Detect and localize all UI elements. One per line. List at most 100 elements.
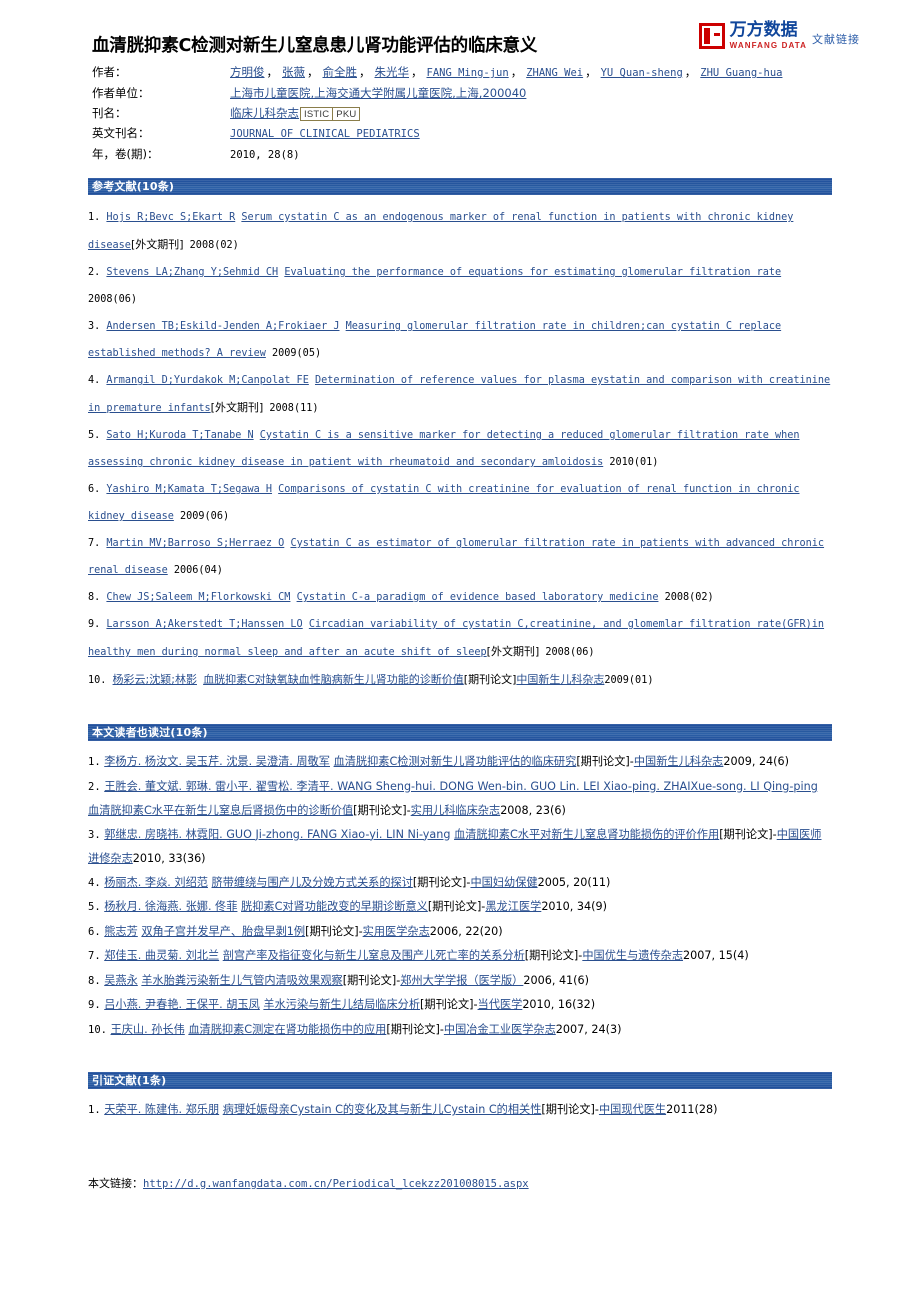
item-title[interactable]: 胱抑素C对肾功能改变的早期诊断意义 bbox=[241, 900, 428, 913]
author-link[interactable]: 方明俊 bbox=[230, 65, 265, 79]
item-authors[interactable]: Chew JS;Saleem M;Florkowski CM bbox=[106, 592, 290, 603]
item-year: 2008(02) bbox=[189, 240, 239, 251]
journal-link[interactable]: 临床儿科杂志 bbox=[230, 106, 299, 120]
list-item: 2. 王胜会. 董文斌. 郭琳. 雷小平. 翟雪松. 李清平. WANG She… bbox=[88, 775, 832, 823]
metadata-value-journal: 临床儿科杂志 ISTIC PKU bbox=[230, 105, 832, 125]
item-authors[interactable]: 天荣平. 陈建伟. 郑乐朋 bbox=[104, 1103, 219, 1116]
item-journal[interactable]: 当代医学 bbox=[478, 998, 523, 1011]
item-type-tag: [外文期刊] bbox=[486, 645, 540, 658]
author-link[interactable]: ZHU Guang-hua bbox=[700, 67, 782, 79]
section-header-also-read: 本文读者也读过(10条) bbox=[88, 724, 832, 741]
item-authors[interactable]: 王胜会. 董文斌. 郭琳. 雷小平. 翟雪松. 李清平. WANG Sheng-… bbox=[104, 780, 818, 793]
permalink-label: 本文链接： bbox=[88, 1176, 143, 1190]
item-journal[interactable]: 黑龙江医学 bbox=[485, 900, 541, 913]
item-title[interactable]: 血胱抑素C对缺氧缺血性脑病新生儿肾功能的诊断价值 bbox=[203, 673, 464, 686]
item-type-tag: [期刊论文]- bbox=[524, 949, 583, 962]
item-authors[interactable]: Armangil D;Yurdakok M;Canpolat FE bbox=[106, 375, 308, 386]
section-header-references-label: 参考文献(10条) bbox=[92, 180, 175, 193]
list-item: 2. Stevens LA;Zhang Y;Sehmid CH Evaluati… bbox=[88, 259, 832, 313]
wanfang-logo[interactable]: 万方数据 WANFANG DATA 文献链接 bbox=[698, 20, 860, 50]
item-number: 4. bbox=[88, 876, 101, 889]
item-authors[interactable]: Andersen TB;Eskild-Jenden A;Frokiaer J bbox=[106, 321, 339, 332]
item-number: 7. bbox=[88, 538, 101, 549]
section-header-citing-label: 引证文献(1条) bbox=[92, 1074, 167, 1087]
item-type-tag: [期刊论文]- bbox=[386, 1022, 444, 1036]
author-link[interactable]: YU Quan-sheng bbox=[601, 67, 683, 79]
item-journal[interactable]: 中国现代医生 bbox=[599, 1103, 666, 1116]
item-title[interactable]: Cystatin C-a paradigm of evidence based … bbox=[297, 592, 659, 603]
author-link[interactable]: ZHANG Wei bbox=[526, 67, 583, 79]
wanfang-logo-cn: 万方数据 bbox=[729, 20, 798, 40]
item-type-tag: [外文期刊] bbox=[130, 238, 184, 251]
item-authors[interactable]: Yashiro M;Kamata T;Segawa H bbox=[106, 484, 272, 495]
item-authors[interactable]: Hojs R;Bevc S;Ekart R bbox=[106, 212, 235, 223]
item-authors[interactable]: 吕小燕. 尹春艳. 王保平. 胡玉凤 bbox=[104, 998, 260, 1011]
permalink-row: 本文链接：http://d.g.wanfangdata.com.cn/Perio… bbox=[88, 1175, 832, 1191]
item-number: 8. bbox=[88, 974, 101, 987]
item-journal[interactable]: 郑州大学学报（医学版） bbox=[400, 974, 523, 987]
references-list: 1. Hojs R;Bevc S;Ekart R Serum cystatin … bbox=[88, 204, 832, 694]
item-year: 2009(06) bbox=[180, 511, 230, 522]
item-authors[interactable]: 杨秋月. 徐海燕. 张娜. 佟菲 bbox=[104, 900, 237, 913]
journal-en-link[interactable]: JOURNAL OF CLINICAL PEDIATRICS bbox=[230, 128, 420, 140]
item-authors[interactable]: 郭继忠. 房晓祎. 林霓阳. GUO Ji-zhong. FANG Xiao-y… bbox=[104, 828, 450, 841]
item-authors[interactable]: 杨丽杰. 李焱. 刘绍范 bbox=[104, 876, 208, 889]
author-link[interactable]: FANG Ming-jun bbox=[427, 67, 509, 79]
metadata-value-year: 2010, 28(8) bbox=[230, 146, 832, 167]
item-authors[interactable]: 熊志芳 bbox=[104, 925, 138, 938]
item-title[interactable]: 脐带缠绕与围产儿及分娩方式关系的探讨 bbox=[212, 876, 413, 889]
item-authors[interactable]: Stevens LA;Zhang Y;Sehmid CH bbox=[106, 267, 278, 278]
item-authors[interactable]: 李杨方. 杨汝文. 吴玉芹. 沈景. 吴澄清. 周敬军 bbox=[104, 755, 330, 768]
author-link[interactable]: 张薇 bbox=[282, 65, 305, 79]
item-year: 2009(05) bbox=[272, 348, 322, 359]
item-type-tag: [外文期刊] bbox=[210, 401, 264, 414]
item-title[interactable]: 双角子宫并发早产、胎盘早剥1例 bbox=[141, 925, 305, 938]
item-authors[interactable]: Martin MV;Barroso S;Herraez O bbox=[106, 538, 284, 549]
item-journal[interactable]: 中国优生与遗传杂志 bbox=[582, 949, 683, 962]
document-body: 参考文献(10条) 1. Hojs R;Bevc S;Ekart R Serum… bbox=[88, 178, 832, 1191]
author-link[interactable]: 俞全胜 bbox=[323, 65, 358, 79]
section-header-citing: 引证文献(1条) bbox=[88, 1072, 832, 1089]
item-title[interactable]: 剖宫产率及指征变化与新生儿窒息及围产儿死亡率的关系分析 bbox=[223, 949, 525, 962]
item-authors[interactable]: 王庆山. 孙长伟 bbox=[111, 1023, 185, 1036]
metadata-value-journal-en: JOURNAL OF CLINICAL PEDIATRICS bbox=[230, 125, 832, 146]
item-title[interactable]: 病理妊娠母亲Cystain C的变化及其与新生儿Cystain C的相关性 bbox=[223, 1103, 542, 1116]
item-authors[interactable]: Sato H;Kuroda T;Tanabe N bbox=[106, 430, 253, 441]
item-title[interactable]: 羊水污染与新生儿结局临床分析 bbox=[263, 998, 420, 1011]
metadata-row-journal: 刊名： 临床儿科杂志 ISTIC PKU bbox=[92, 105, 832, 125]
item-title[interactable]: 羊水胎粪污染新生儿气管内清吸效果观察 bbox=[141, 974, 342, 987]
list-item: 1. Hojs R;Bevc S;Ekart R Serum cystatin … bbox=[88, 204, 832, 259]
item-journal[interactable]: 中国新生儿科杂志 bbox=[516, 673, 604, 686]
item-journal[interactable]: 中国冶金工业医学杂志 bbox=[444, 1023, 556, 1036]
item-title[interactable]: Evaluating the performance of equations … bbox=[284, 267, 781, 278]
item-year: 2007, 24(3) bbox=[555, 1022, 622, 1036]
metadata-label-journal: 刊名： bbox=[92, 106, 127, 120]
item-authors[interactable]: Larsson A;Akerstedt T;Hanssen LO bbox=[106, 619, 302, 630]
item-authors[interactable]: 杨彩云;沈颖;林影 bbox=[113, 673, 197, 686]
metadata-label-authors: 作者： bbox=[92, 65, 127, 79]
item-title[interactable]: 血清胱抑素C测定在肾功能损伤中的应用 bbox=[188, 1023, 386, 1036]
item-journal[interactable]: 中国妇幼保健 bbox=[470, 876, 537, 889]
item-authors[interactable]: 郑佳玉. 曲灵菊. 刘北兰 bbox=[104, 949, 219, 962]
item-journal[interactable]: 中国新生儿科杂志 bbox=[634, 755, 724, 768]
item-number: 10. bbox=[88, 675, 107, 686]
section-header-also-read-label: 本文读者也读过(10条) bbox=[92, 726, 208, 739]
item-title[interactable]: 血清胱抑素C水平对新生儿窒息肾功能损伤的评价作用 bbox=[454, 828, 719, 841]
item-journal[interactable]: 实用儿科临床杂志 bbox=[411, 804, 501, 817]
item-title[interactable]: 血清胱抑素C检测对新生儿肾功能评估的临床研究 bbox=[334, 755, 577, 768]
list-item: 4. 杨丽杰. 李焱. 刘绍范 脐带缠绕与围产儿及分娩方式关系的探讨[期刊论文]… bbox=[88, 871, 832, 896]
item-journal[interactable]: 实用医学杂志 bbox=[363, 925, 430, 938]
item-title[interactable]: 血清胱抑素C水平在新生儿窒息后肾损伤中的诊断价值 bbox=[88, 804, 353, 817]
item-year: 2007, 15(4) bbox=[683, 949, 749, 962]
author-separator: ， bbox=[359, 65, 371, 79]
author-separator: ， bbox=[585, 65, 597, 79]
author-separator: ， bbox=[684, 65, 697, 79]
item-number: 10. bbox=[88, 1023, 107, 1036]
permalink-url[interactable]: http://d.g.wanfangdata.com.cn/Periodical… bbox=[143, 1178, 529, 1190]
list-item: 5. 杨秋月. 徐海燕. 张娜. 佟菲 胱抑素C对肾功能改变的早期诊断意义[期刊… bbox=[88, 895, 832, 920]
author-link[interactable]: 朱光华 bbox=[375, 65, 410, 79]
affiliation-link[interactable]: 上海市儿童医院,上海交通大学附属儿童医院,上海,200040 bbox=[230, 86, 526, 100]
item-type-tag: [期刊论文]- bbox=[353, 804, 411, 817]
item-authors[interactable]: 吴燕永 bbox=[104, 974, 138, 987]
page-title: 血清胱抑素C检测对新生儿窒息患儿肾功能评估的临床意义 bbox=[92, 36, 538, 56]
